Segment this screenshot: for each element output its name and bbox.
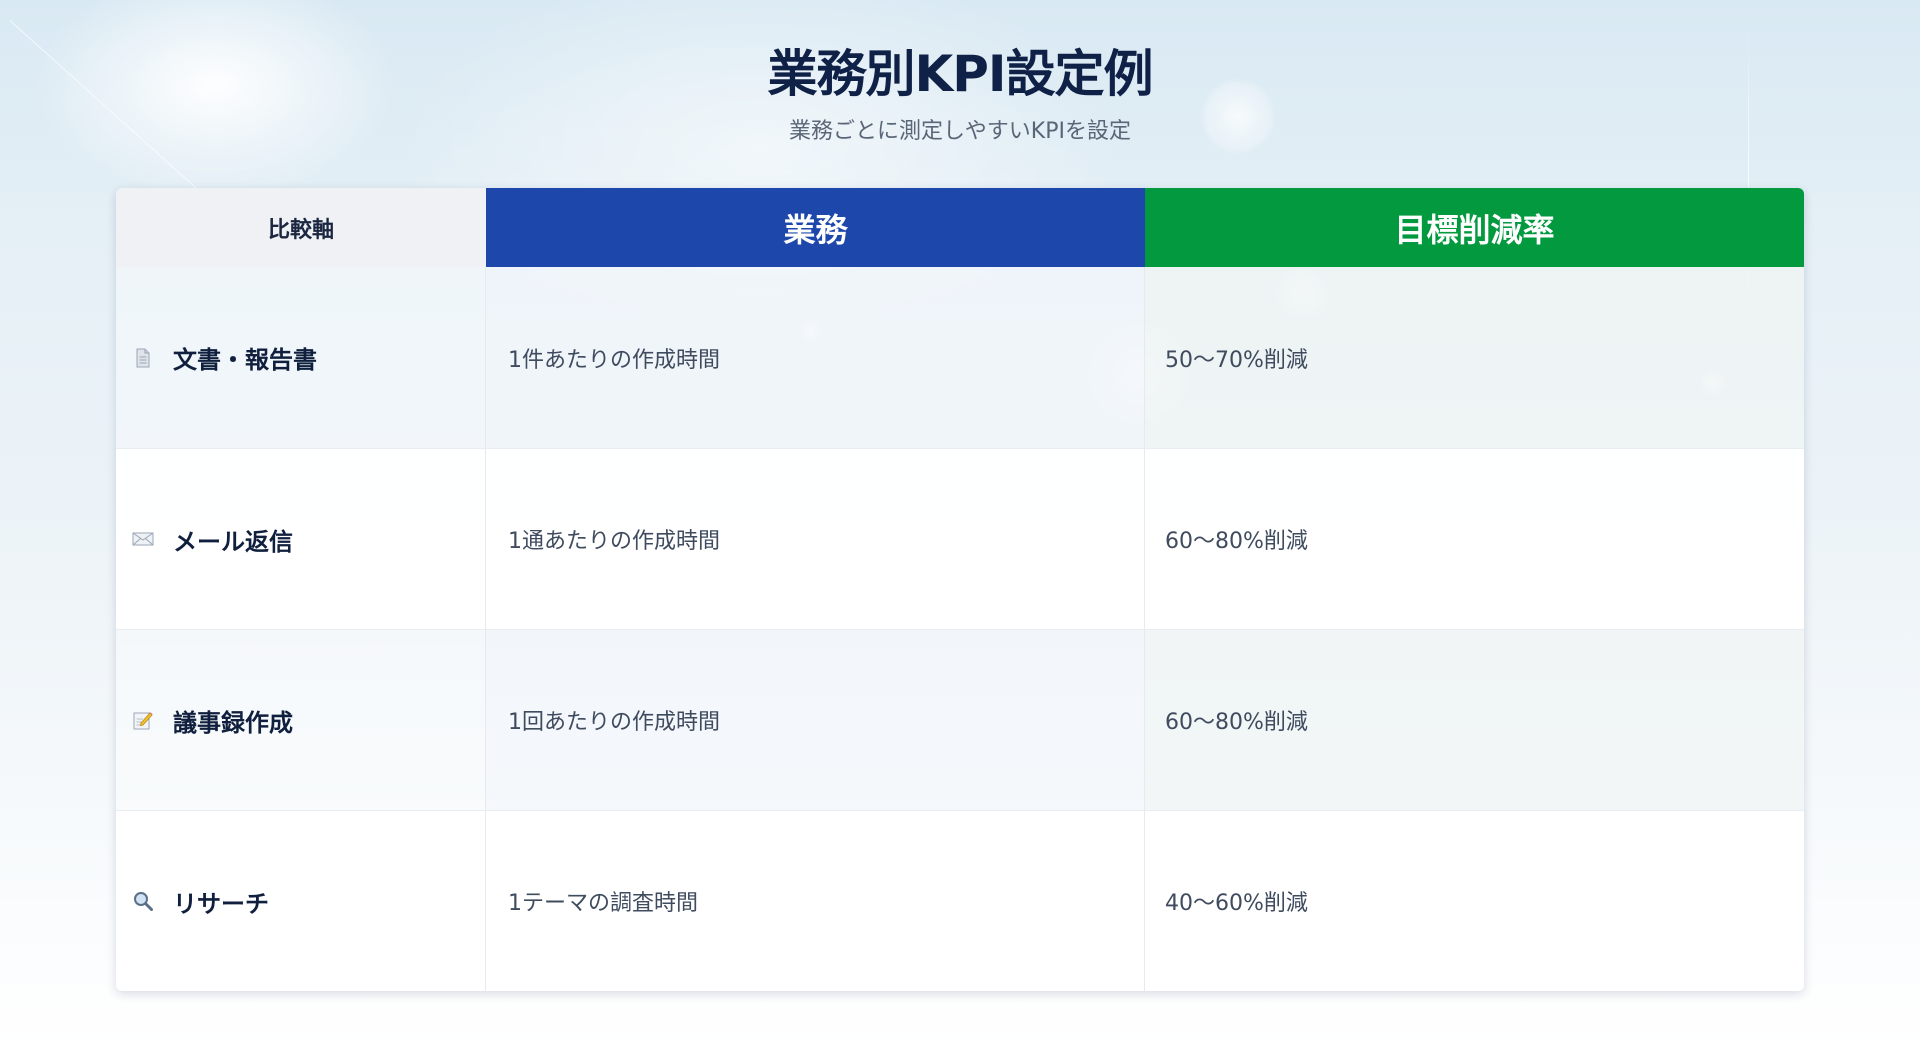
- target-cell: 50〜70%削減: [1145, 267, 1804, 448]
- row-label-document: 文書・報告書: [116, 267, 486, 448]
- target-cell: 40〜60%削減: [1145, 810, 1804, 991]
- column-header-axis: 比較軸: [116, 188, 486, 267]
- row-label-text: 文書・報告書: [173, 346, 317, 374]
- row-label-text: メール返信: [173, 527, 293, 556]
- magnifier-icon: [132, 890, 154, 912]
- row-label-text: リサーチ: [173, 889, 269, 918]
- task-cell: 1通あたりの作成時間: [486, 448, 1145, 629]
- row-label-research: リサーチ: [116, 810, 486, 991]
- memo-pencil-icon: [132, 709, 154, 731]
- envelope-icon: [132, 528, 154, 550]
- target-cell: 60〜80%削減: [1145, 629, 1804, 810]
- column-header-task: 業務: [486, 188, 1145, 267]
- page-title: 業務別KPI設定例: [767, 45, 1154, 103]
- row-label-minutes: 議事録作成: [116, 629, 486, 810]
- kpi-table: 比較軸 業務 目標削減率 文書・報告書 1件あたりの作成時間 50〜70%削減 …: [116, 188, 1804, 991]
- task-cell: 1件あたりの作成時間: [486, 267, 1145, 448]
- column-header-target: 目標削減率: [1145, 188, 1804, 267]
- task-cell: 1テーマの調査時間: [486, 810, 1145, 991]
- target-cell: 60〜80%削減: [1145, 448, 1804, 629]
- page-subtitle: 業務ごとに測定しやすいKPIを設定: [789, 119, 1131, 144]
- row-label-email: メール返信: [116, 448, 486, 629]
- row-label-text: 議事録作成: [173, 708, 293, 737]
- task-cell: 1回あたりの作成時間: [486, 629, 1145, 810]
- document-icon: [132, 347, 154, 369]
